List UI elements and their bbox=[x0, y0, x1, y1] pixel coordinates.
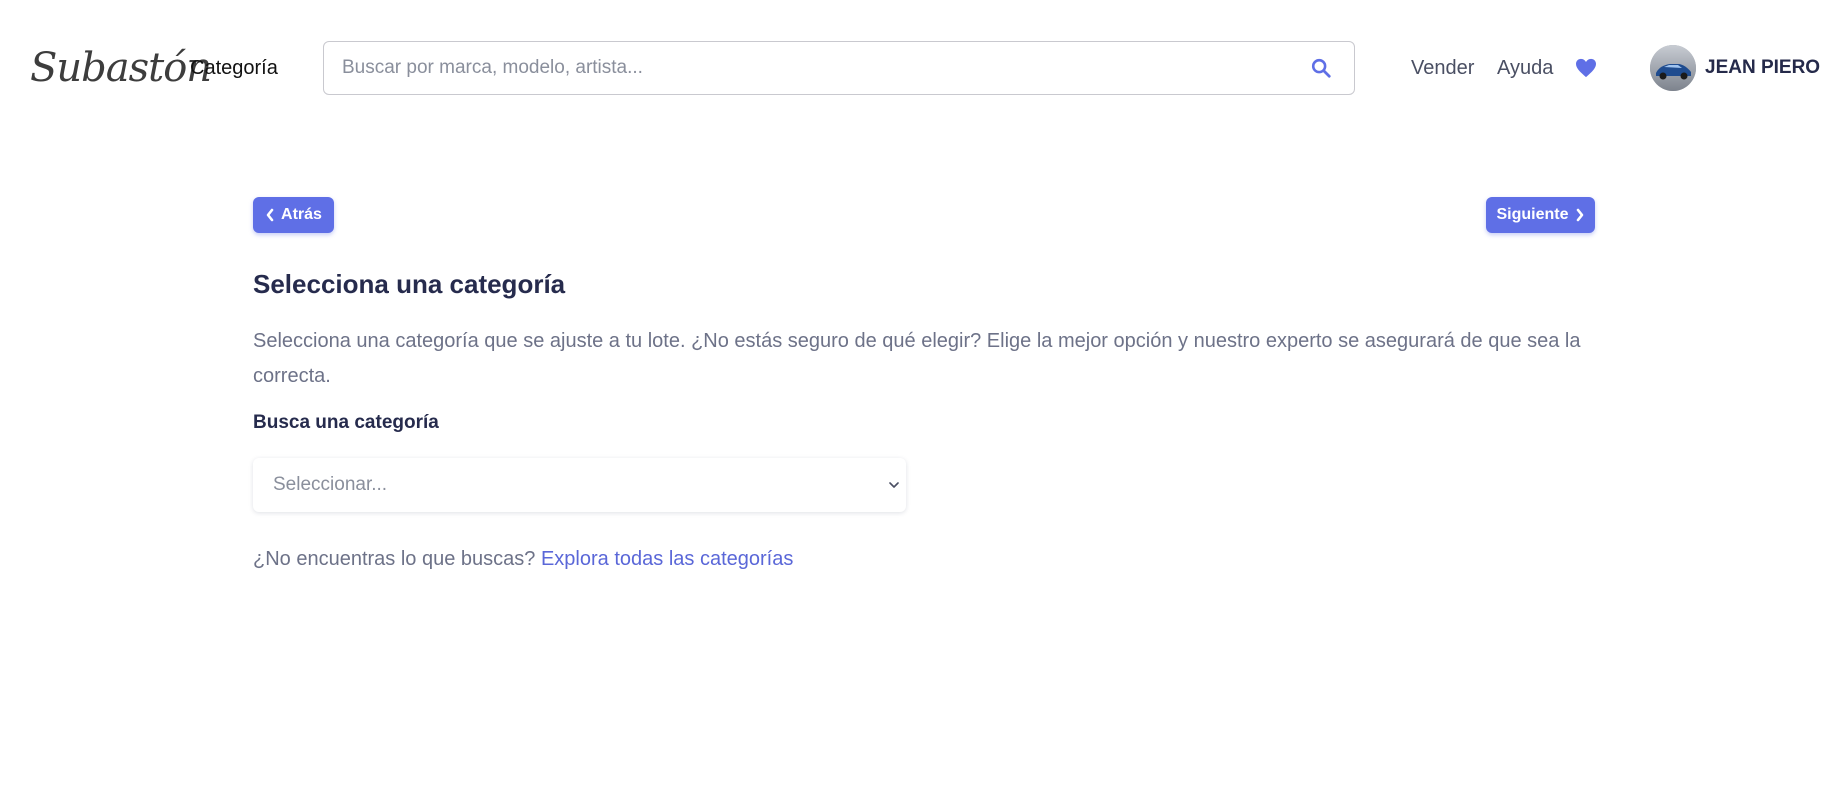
back-button[interactable]: Atrás bbox=[253, 197, 334, 233]
next-button-label: Siguiente bbox=[1496, 206, 1569, 223]
search-icon[interactable] bbox=[1310, 57, 1332, 79]
search-bar bbox=[323, 41, 1355, 95]
explore-categories-link[interactable]: Explora todas las categorías bbox=[541, 548, 793, 570]
not-found-label: ¿No encuentras lo que buscas? bbox=[253, 548, 536, 570]
next-button[interactable]: Siguiente bbox=[1486, 197, 1595, 233]
not-found-text: ¿No encuentras lo que buscas? Explora to… bbox=[253, 545, 793, 573]
category-select[interactable]: Seleccionar... bbox=[253, 458, 906, 512]
heart-icon[interactable] bbox=[1575, 58, 1597, 78]
car-avatar-icon bbox=[1650, 45, 1696, 91]
top-navbar: Subastón Categoría Vender Ayuda JEA bbox=[0, 0, 1826, 136]
chevron-right-icon bbox=[1576, 208, 1583, 222]
search-input[interactable] bbox=[340, 42, 1280, 94]
site-logo[interactable]: Subastón bbox=[30, 40, 212, 96]
nav-help-link[interactable]: Ayuda bbox=[1497, 54, 1553, 82]
category-select-value: Seleccionar... bbox=[273, 474, 388, 495]
back-button-label: Atrás bbox=[281, 206, 322, 223]
nav-sell-link[interactable]: Vender bbox=[1411, 54, 1474, 82]
page-description: Selecciona una categoría que se ajuste a… bbox=[253, 330, 1581, 387]
avatar[interactable] bbox=[1650, 45, 1696, 91]
user-name[interactable]: JEAN PIERO bbox=[1705, 54, 1820, 82]
chevron-down-icon bbox=[889, 482, 899, 488]
page-title: Selecciona una categoría bbox=[253, 269, 566, 299]
category-search-label: Busca una categoría bbox=[253, 412, 439, 433]
nav-category-menu[interactable]: Categoría bbox=[190, 54, 278, 82]
chevron-left-icon bbox=[266, 208, 274, 222]
